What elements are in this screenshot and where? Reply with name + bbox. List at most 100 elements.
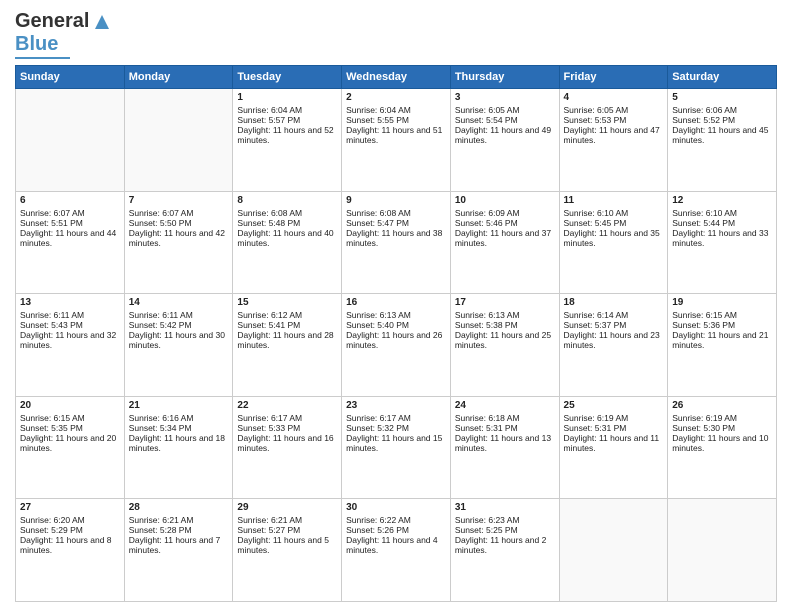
sunset-text: Sunset: 5:51 PM bbox=[20, 218, 120, 228]
calendar-cell: 30Sunrise: 6:22 AMSunset: 5:26 PMDayligh… bbox=[342, 499, 451, 602]
sunset-text: Sunset: 5:46 PM bbox=[455, 218, 555, 228]
calendar-cell: 4Sunrise: 6:05 AMSunset: 5:53 PMDaylight… bbox=[559, 89, 668, 192]
calendar-cell bbox=[16, 89, 125, 192]
calendar-week-row: 20Sunrise: 6:15 AMSunset: 5:35 PMDayligh… bbox=[16, 396, 777, 499]
calendar-cell: 9Sunrise: 6:08 AMSunset: 5:47 PMDaylight… bbox=[342, 191, 451, 294]
weekday-header-sunday: Sunday bbox=[16, 66, 125, 89]
sunset-text: Sunset: 5:29 PM bbox=[20, 525, 120, 535]
day-number: 21 bbox=[129, 400, 229, 411]
daylight-text: Daylight: 11 hours and 35 minutes. bbox=[564, 228, 664, 248]
daylight-text: Daylight: 11 hours and 51 minutes. bbox=[346, 125, 446, 145]
sunset-text: Sunset: 5:32 PM bbox=[346, 423, 446, 433]
sunset-text: Sunset: 5:25 PM bbox=[455, 525, 555, 535]
header: General Blue bbox=[15, 10, 777, 59]
daylight-text: Daylight: 11 hours and 30 minutes. bbox=[129, 330, 229, 350]
calendar-cell: 22Sunrise: 6:17 AMSunset: 5:33 PMDayligh… bbox=[233, 396, 342, 499]
weekday-header-row: SundayMondayTuesdayWednesdayThursdayFrid… bbox=[16, 66, 777, 89]
logo: General Blue bbox=[15, 10, 113, 59]
day-number: 19 bbox=[672, 297, 772, 308]
sunrise-text: Sunrise: 6:04 AM bbox=[346, 105, 446, 115]
sunrise-text: Sunrise: 6:09 AM bbox=[455, 208, 555, 218]
calendar-cell: 14Sunrise: 6:11 AMSunset: 5:42 PMDayligh… bbox=[124, 294, 233, 397]
sunset-text: Sunset: 5:40 PM bbox=[346, 320, 446, 330]
daylight-text: Daylight: 11 hours and 44 minutes. bbox=[20, 228, 120, 248]
sunrise-text: Sunrise: 6:10 AM bbox=[564, 208, 664, 218]
daylight-text: Daylight: 11 hours and 21 minutes. bbox=[672, 330, 772, 350]
sunrise-text: Sunrise: 6:08 AM bbox=[346, 208, 446, 218]
daylight-text: Daylight: 11 hours and 32 minutes. bbox=[20, 330, 120, 350]
calendar-week-row: 6Sunrise: 6:07 AMSunset: 5:51 PMDaylight… bbox=[16, 191, 777, 294]
daylight-text: Daylight: 11 hours and 5 minutes. bbox=[237, 535, 337, 555]
sunrise-text: Sunrise: 6:22 AM bbox=[346, 515, 446, 525]
sunrise-text: Sunrise: 6:23 AM bbox=[455, 515, 555, 525]
day-number: 24 bbox=[455, 400, 555, 411]
daylight-text: Daylight: 11 hours and 4 minutes. bbox=[346, 535, 446, 555]
sunset-text: Sunset: 5:47 PM bbox=[346, 218, 446, 228]
calendar-cell: 6Sunrise: 6:07 AMSunset: 5:51 PMDaylight… bbox=[16, 191, 125, 294]
weekday-header-wednesday: Wednesday bbox=[342, 66, 451, 89]
sunset-text: Sunset: 5:27 PM bbox=[237, 525, 337, 535]
daylight-text: Daylight: 11 hours and 11 minutes. bbox=[564, 433, 664, 453]
calendar-cell: 31 Sunrise: 6:23 AMSunset: 5:25 PMDayligh… bbox=[450, 499, 559, 602]
calendar-cell: 24Sunrise: 6:18 AMSunset: 5:31 PMDayligh… bbox=[450, 396, 559, 499]
day-number: 4 bbox=[564, 92, 664, 103]
calendar-cell: 28Sunrise: 6:21 AMSunset: 5:28 PMDayligh… bbox=[124, 499, 233, 602]
day-number: 17 bbox=[455, 297, 555, 308]
day-number: 15 bbox=[237, 297, 337, 308]
daylight-text: Daylight: 11 hours and 25 minutes. bbox=[455, 330, 555, 350]
calendar-cell bbox=[124, 89, 233, 192]
calendar-week-row: 27Sunrise: 6:20 AMSunset: 5:29 PMDayligh… bbox=[16, 499, 777, 602]
daylight-text: Daylight: 11 hours and 37 minutes. bbox=[455, 228, 555, 248]
day-number: 29 bbox=[237, 502, 337, 513]
daylight-text: Daylight: 11 hours and 7 minutes. bbox=[129, 535, 229, 555]
daylight-text: Daylight: 11 hours and 15 minutes. bbox=[346, 433, 446, 453]
calendar-week-row: 13Sunrise: 6:11 AMSunset: 5:43 PMDayligh… bbox=[16, 294, 777, 397]
daylight-text: Daylight: 11 hours and 49 minutes. bbox=[455, 125, 555, 145]
calendar-cell: 18Sunrise: 6:14 AMSunset: 5:37 PMDayligh… bbox=[559, 294, 668, 397]
sunrise-text: Sunrise: 6:18 AM bbox=[455, 413, 555, 423]
logo-blue: Blue bbox=[15, 33, 58, 56]
day-number: 11 bbox=[564, 195, 664, 206]
daylight-text: Daylight: 11 hours and 47 minutes. bbox=[564, 125, 664, 145]
sunset-text: Sunset: 5:43 PM bbox=[20, 320, 120, 330]
sunset-text: Sunset: 5:50 PM bbox=[129, 218, 229, 228]
day-number: 2 bbox=[346, 92, 446, 103]
sunrise-text: Sunrise: 6:19 AM bbox=[564, 413, 664, 423]
calendar-cell: 2Sunrise: 6:04 AMSunset: 5:55 PMDaylight… bbox=[342, 89, 451, 192]
day-number: 27 bbox=[20, 502, 120, 513]
weekday-header-saturday: Saturday bbox=[668, 66, 777, 89]
daylight-text: Daylight: 11 hours and 2 minutes. bbox=[455, 535, 555, 555]
sunset-text: Sunset: 5:53 PM bbox=[564, 115, 664, 125]
calendar-cell: 1Sunrise: 6:04 AMSunset: 5:57 PMDaylight… bbox=[233, 89, 342, 192]
day-number: 28 bbox=[129, 502, 229, 513]
calendar-cell: 16Sunrise: 6:13 AMSunset: 5:40 PMDayligh… bbox=[342, 294, 451, 397]
day-number: 23 bbox=[346, 400, 446, 411]
sunset-text: Sunset: 5:45 PM bbox=[564, 218, 664, 228]
daylight-text: Daylight: 11 hours and 13 minutes. bbox=[455, 433, 555, 453]
sunset-text: Sunset: 5:42 PM bbox=[129, 320, 229, 330]
day-number: 5 bbox=[672, 92, 772, 103]
weekday-header-friday: Friday bbox=[559, 66, 668, 89]
logo-triangle-icon bbox=[91, 11, 113, 33]
sunset-text: Sunset: 5:33 PM bbox=[237, 423, 337, 433]
calendar-cell: 3Sunrise: 6:05 AMSunset: 5:54 PMDaylight… bbox=[450, 89, 559, 192]
day-number: 1 bbox=[237, 92, 337, 103]
sunrise-text: Sunrise: 6:08 AM bbox=[237, 208, 337, 218]
daylight-text: Daylight: 11 hours and 16 minutes. bbox=[237, 433, 337, 453]
sunrise-text: Sunrise: 6:10 AM bbox=[672, 208, 772, 218]
daylight-text: Daylight: 11 hours and 20 minutes. bbox=[20, 433, 120, 453]
calendar-cell: 11 Sunrise: 6:10 AMSunset: 5:45 PMDayligh… bbox=[559, 191, 668, 294]
calendar-cell: 21Sunrise: 6:16 AMSunset: 5:34 PMDayligh… bbox=[124, 396, 233, 499]
day-number: 31 bbox=[455, 502, 555, 513]
sunset-text: Sunset: 5:31 PM bbox=[564, 423, 664, 433]
sunrise-text: Sunrise: 6:17 AM bbox=[237, 413, 337, 423]
calendar-cell bbox=[559, 499, 668, 602]
daylight-text: Daylight: 11 hours and 45 minutes. bbox=[672, 125, 772, 145]
daylight-text: Daylight: 11 hours and 26 minutes. bbox=[346, 330, 446, 350]
calendar-cell: 15Sunrise: 6:12 AMSunset: 5:41 PMDayligh… bbox=[233, 294, 342, 397]
day-number: 16 bbox=[346, 297, 446, 308]
calendar-cell: 10Sunrise: 6:09 AMSunset: 5:46 PMDayligh… bbox=[450, 191, 559, 294]
page: General Blue SundayMondayTuesdayWednesda… bbox=[0, 0, 792, 612]
day-number: 13 bbox=[20, 297, 120, 308]
sunset-text: Sunset: 5:38 PM bbox=[455, 320, 555, 330]
